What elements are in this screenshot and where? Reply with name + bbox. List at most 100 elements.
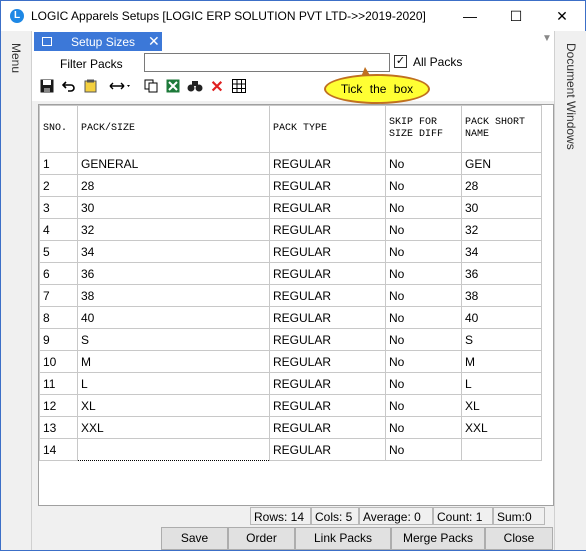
maximize-button[interactable]: ☐ bbox=[493, 1, 539, 31]
cell-pack-short-name[interactable]: 34 bbox=[461, 240, 542, 263]
cell-sno[interactable]: 2 bbox=[39, 174, 78, 197]
copy-icon[interactable] bbox=[142, 79, 160, 97]
all-packs-checkbox[interactable]: ✓ bbox=[394, 55, 407, 68]
table-row[interactable]: 2 28 REGULAR No 28 bbox=[39, 174, 542, 197]
table-row[interactable]: 6 36 REGULAR No 36 bbox=[39, 262, 542, 285]
cell-skip-size-diff[interactable]: No bbox=[385, 196, 462, 219]
column-header-pack-size[interactable]: PACK/SIZE bbox=[77, 105, 270, 153]
cell-pack-size[interactable]: M bbox=[77, 350, 270, 373]
cell-pack-size[interactable]: XL bbox=[77, 394, 270, 417]
cell-pack-short-name[interactable]: L bbox=[461, 372, 542, 395]
column-header-sno[interactable]: SNO. bbox=[39, 105, 78, 153]
cell-pack-type[interactable]: REGULAR bbox=[269, 372, 386, 395]
cell-skip-size-diff[interactable]: No bbox=[385, 306, 462, 329]
table-row[interactable]: 10 M REGULAR No M bbox=[39, 350, 542, 373]
cell-skip-size-diff[interactable]: No bbox=[385, 152, 462, 175]
column-header-pack-short-name[interactable]: PACK SHORT NAME bbox=[461, 105, 542, 153]
table-row[interactable]: 9 S REGULAR No S bbox=[39, 328, 542, 351]
cell-pack-size[interactable]: L bbox=[77, 372, 270, 395]
cell-pack-type[interactable]: REGULAR bbox=[269, 174, 386, 197]
cell-sno[interactable]: 11 bbox=[39, 372, 78, 395]
cell-skip-size-diff[interactable]: No bbox=[385, 262, 462, 285]
cell-pack-size[interactable]: 36 bbox=[77, 262, 270, 285]
cell-skip-size-diff[interactable]: No bbox=[385, 284, 462, 307]
cell-pack-size[interactable]: 32 bbox=[77, 218, 270, 241]
cell-pack-type[interactable]: REGULAR bbox=[269, 240, 386, 263]
find-icon[interactable] bbox=[186, 79, 204, 97]
cell-pack-size[interactable]: S bbox=[77, 328, 270, 351]
cell-skip-size-diff[interactable]: No bbox=[385, 240, 462, 263]
cell-pack-short-name[interactable] bbox=[461, 438, 542, 461]
cell-sno[interactable]: 3 bbox=[39, 196, 78, 219]
cell-sno[interactable]: 1 bbox=[39, 152, 78, 175]
cell-pack-size-active[interactable] bbox=[77, 438, 270, 461]
table-row[interactable]: 3 30 REGULAR No 30 bbox=[39, 196, 542, 219]
side-menu-label[interactable]: Menu bbox=[9, 43, 23, 73]
close-button[interactable]: Close bbox=[485, 527, 553, 550]
cell-sno[interactable]: 10 bbox=[39, 350, 78, 373]
cell-pack-short-name[interactable]: M bbox=[461, 350, 542, 373]
cell-sno[interactable]: 4 bbox=[39, 218, 78, 241]
save-button[interactable]: Save bbox=[161, 527, 228, 550]
cell-pack-short-name[interactable]: XL bbox=[461, 394, 542, 417]
table-row[interactable]: 8 40 REGULAR No 40 bbox=[39, 306, 542, 329]
cell-sno[interactable]: 6 bbox=[39, 262, 78, 285]
minimize-button[interactable]: — bbox=[447, 1, 493, 31]
cell-pack-short-name[interactable]: GEN bbox=[461, 152, 542, 175]
cell-sno[interactable]: 7 bbox=[39, 284, 78, 307]
notes-icon[interactable] bbox=[82, 79, 100, 97]
column-width-icon[interactable] bbox=[108, 79, 134, 97]
cell-pack-short-name[interactable]: 40 bbox=[461, 306, 542, 329]
document-windows-panel[interactable]: Document Windows bbox=[554, 31, 586, 550]
chevron-down-icon[interactable]: ▼ bbox=[542, 33, 552, 44]
cell-pack-short-name[interactable]: XXL bbox=[461, 416, 542, 439]
column-header-pack-type[interactable]: PACK TYPE bbox=[269, 105, 386, 153]
cell-sno[interactable]: 13 bbox=[39, 416, 78, 439]
table-row[interactable]: 7 38 REGULAR No 38 bbox=[39, 284, 542, 307]
cell-pack-type[interactable]: REGULAR bbox=[269, 196, 386, 219]
cell-pack-size[interactable]: GENERAL bbox=[77, 152, 270, 175]
cell-sno[interactable]: 5 bbox=[39, 240, 78, 263]
cell-pack-type[interactable]: REGULAR bbox=[269, 438, 386, 461]
link-packs-button[interactable]: Link Packs bbox=[295, 527, 391, 550]
cell-pack-type[interactable]: REGULAR bbox=[269, 394, 386, 417]
cell-pack-short-name[interactable]: 36 bbox=[461, 262, 542, 285]
save-icon[interactable] bbox=[38, 79, 56, 97]
excel-export-icon[interactable] bbox=[164, 79, 182, 97]
cell-sno[interactable]: 12 bbox=[39, 394, 78, 417]
side-menu[interactable]: Menu bbox=[1, 31, 32, 550]
close-window-button[interactable]: ✕ bbox=[539, 1, 585, 31]
cell-pack-type[interactable]: REGULAR bbox=[269, 306, 386, 329]
document-windows-label[interactable]: Document Windows bbox=[564, 43, 578, 150]
cell-pack-short-name[interactable]: 28 bbox=[461, 174, 542, 197]
cell-skip-size-diff[interactable]: No bbox=[385, 174, 462, 197]
table-row[interactable]: 1 GENERAL REGULAR No GEN bbox=[39, 152, 542, 175]
table-row[interactable]: 5 34 REGULAR No 34 bbox=[39, 240, 542, 263]
tab-close-button[interactable]: ✕ bbox=[148, 33, 160, 50]
cell-pack-short-name[interactable]: 38 bbox=[461, 284, 542, 307]
order-button[interactable]: Order bbox=[228, 527, 295, 550]
cell-pack-type[interactable]: REGULAR bbox=[269, 328, 386, 351]
tab-setup-sizes[interactable]: Setup Sizes ✕ bbox=[34, 32, 162, 51]
packs-grid[interactable]: SNO. PACK/SIZE PACK TYPE SKIP FOR SIZE D… bbox=[38, 104, 554, 506]
table-row[interactable]: 11 L REGULAR No L bbox=[39, 372, 542, 395]
cell-pack-size[interactable]: 38 bbox=[77, 284, 270, 307]
cell-skip-size-diff[interactable]: No bbox=[385, 438, 462, 461]
cell-skip-size-diff[interactable]: No bbox=[385, 350, 462, 373]
merge-packs-button[interactable]: Merge Packs bbox=[391, 527, 485, 550]
table-row[interactable]: 13 XXL REGULAR No XXL bbox=[39, 416, 542, 439]
cell-pack-size[interactable]: XXL bbox=[77, 416, 270, 439]
cell-sno[interactable]: 9 bbox=[39, 328, 78, 351]
cell-pack-size[interactable]: 34 bbox=[77, 240, 270, 263]
cell-pack-type[interactable]: REGULAR bbox=[269, 350, 386, 373]
cell-pack-short-name[interactable]: S bbox=[461, 328, 542, 351]
table-row[interactable]: 4 32 REGULAR No 32 bbox=[39, 218, 542, 241]
cell-skip-size-diff[interactable]: No bbox=[385, 416, 462, 439]
undo-icon[interactable] bbox=[60, 79, 78, 97]
cell-pack-type[interactable]: REGULAR bbox=[269, 218, 386, 241]
cell-skip-size-diff[interactable]: No bbox=[385, 328, 462, 351]
cell-sno[interactable]: 14 bbox=[39, 438, 78, 461]
cell-pack-short-name[interactable]: 30 bbox=[461, 196, 542, 219]
grid-icon[interactable] bbox=[230, 79, 248, 97]
cell-pack-size[interactable]: 28 bbox=[77, 174, 270, 197]
